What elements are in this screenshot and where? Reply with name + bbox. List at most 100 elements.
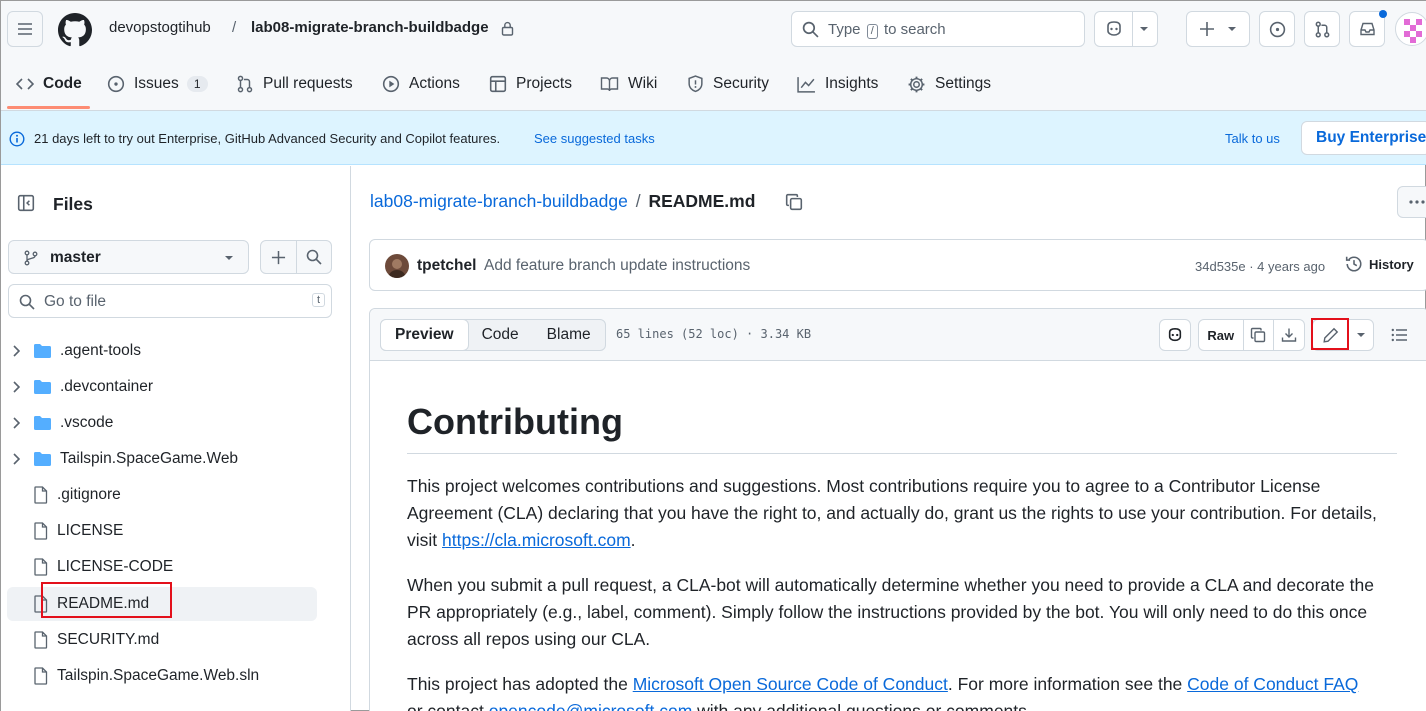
folder-icon (34, 416, 51, 430)
trial-banner: 21 days left to try out Enterprise, GitH… (1, 111, 1426, 165)
tab-code-label: Code (43, 75, 82, 92)
buy-enterprise-button[interactable]: Buy Enterprise (1301, 121, 1426, 155)
code-of-conduct-faq-link[interactable]: Code of Conduct FAQ (1187, 674, 1358, 694)
table-icon (489, 75, 507, 93)
commit-sha-time[interactable]: 34d535e · 4 years ago (1195, 259, 1325, 274)
tab-insights[interactable]: Insights (797, 67, 878, 101)
chevron-right-icon (13, 417, 20, 429)
folder-icon (34, 452, 51, 466)
edit-options-button[interactable] (1349, 331, 1373, 339)
tree-item-file[interactable]: LICENSE (7, 514, 317, 548)
file-content-box: Preview Code Blame 65 lines (52 loc) · 3… (369, 308, 1426, 711)
tree-item-label: .agent-tools (60, 342, 141, 359)
tab-projects[interactable]: Projects (489, 67, 572, 101)
file-info: 65 lines (52 loc) · 3.34 KB (616, 327, 812, 341)
commit-author[interactable]: tpetchel (417, 257, 476, 275)
create-new-button[interactable] (1186, 11, 1250, 47)
tab-pull-requests[interactable]: Pull requests (236, 67, 353, 101)
avatar[interactable] (1395, 12, 1426, 46)
tab-actions[interactable]: Actions (382, 67, 460, 101)
cla-link[interactable]: https://cla.microsoft.com (442, 530, 631, 550)
code-of-conduct-link[interactable]: Microsoft Open Source Code of Conduct (633, 674, 948, 694)
copilot-ask-button[interactable] (1159, 319, 1191, 351)
collapse-sidebar-button[interactable] (8, 186, 44, 220)
info-icon (9, 131, 25, 147)
pull-requests-button[interactable] (1304, 11, 1340, 47)
notification-dot (1379, 10, 1387, 18)
tree-item-folder[interactable]: .agent-tools (7, 334, 317, 368)
tree-item-folder[interactable]: .devcontainer (7, 370, 317, 404)
pull-request-icon (237, 75, 253, 93)
code-view-tab[interactable]: Code (468, 320, 533, 350)
author-avatar[interactable] (385, 254, 409, 278)
tab-projects-label: Projects (516, 75, 572, 92)
inbox-icon (1359, 22, 1375, 36)
tree-item-label: LICENSE-CODE (57, 558, 174, 575)
preview-tab[interactable]: Preview (380, 319, 469, 351)
file-icon (34, 486, 48, 504)
outline-button[interactable] (1381, 319, 1417, 351)
raw-button[interactable]: Raw (1199, 328, 1243, 343)
repo-link[interactable]: lab08-migrate-branch-buildbadge (251, 19, 489, 36)
owner-link[interactable]: devopstogtihub (109, 19, 211, 36)
folder-icon (34, 380, 51, 394)
tree-item-label: LICENSE (57, 522, 124, 539)
plus-icon (271, 250, 285, 264)
tree-item-folder[interactable]: Tailspin.SpaceGame.Web (7, 442, 317, 476)
blame-tab[interactable]: Blame (533, 320, 605, 350)
chevron-right-icon (13, 381, 20, 393)
search-input[interactable]: Type / to search (791, 11, 1085, 47)
breadcrumb-file-name: README.md (648, 191, 756, 211)
branch-selector[interactable]: master (8, 240, 249, 274)
more-options-button[interactable] (1397, 186, 1426, 218)
tab-settings[interactable]: Settings (907, 67, 991, 101)
tree-item-file[interactable]: SECURITY.md (7, 623, 317, 657)
copy-raw-button[interactable] (1244, 327, 1274, 343)
tab-code[interactable]: Code (16, 67, 82, 101)
active-tab-underline (7, 106, 90, 109)
history-button[interactable]: History (1345, 255, 1414, 273)
readme-paragraph-pr: When you submit a pull request, a CLA-bo… (407, 575, 1374, 649)
tree-item-file[interactable]: Tailspin.SpaceGame.Web.sln (7, 659, 317, 693)
tab-wiki[interactable]: Wiki (600, 67, 657, 101)
tab-security[interactable]: Security (687, 67, 769, 101)
tree-item-label: SECURITY.md (57, 631, 160, 648)
copilot-button[interactable] (1094, 11, 1158, 47)
go-to-file-input[interactable]: Go to file t (8, 284, 332, 318)
tree-item-label: .devcontainer (60, 378, 154, 395)
issues-button[interactable] (1259, 11, 1295, 47)
copy-path-icon[interactable] (785, 193, 803, 211)
add-file-button[interactable] (261, 241, 296, 273)
search-icon (306, 249, 322, 265)
tab-issues[interactable]: Issues 1 (107, 67, 208, 101)
tree-item-file[interactable]: LICENSE-CODE (7, 550, 317, 584)
p3-line2-end: with any additional questions or comment… (692, 701, 1032, 711)
lock-icon (501, 21, 514, 36)
breadcrumb-separator: / (232, 19, 237, 36)
edit-button-highlight-box (1311, 318, 1349, 350)
tab-wiki-label: Wiki (628, 75, 658, 92)
breadcrumb-repo-link[interactable]: lab08-migrate-branch-buildbadge (370, 191, 628, 211)
p3-text: This project has adopted the (407, 674, 633, 694)
go-to-file-shortcut: t (312, 293, 326, 307)
search-files-button[interactable] (296, 241, 331, 273)
list-unordered-icon (1391, 328, 1407, 342)
file-breadcrumb: lab08-migrate-branch-buildbadge / README… (370, 191, 755, 212)
p1-end: . (630, 530, 636, 550)
search-icon (19, 294, 35, 310)
see-suggested-tasks-link[interactable]: See suggested tasks (534, 131, 655, 146)
tab-issues-label: Issues (134, 75, 179, 92)
breadcrumb-separator: / (635, 191, 641, 211)
chevron-down-icon (225, 256, 233, 260)
banner-text: 21 days left to try out Enterprise, GitH… (34, 131, 501, 146)
p3-mid: . For more information see the (947, 674, 1188, 694)
tree-item-folder[interactable]: .vscode (7, 406, 317, 440)
tree-item-file[interactable]: .gitignore (7, 478, 317, 512)
opencode-email-link[interactable]: opencode@microsoft.com (489, 701, 693, 711)
gear-icon (908, 76, 925, 92)
github-logo-icon[interactable] (58, 13, 92, 47)
commit-message[interactable]: Add feature branch update instructions (484, 257, 750, 275)
download-button[interactable] (1274, 327, 1304, 343)
talk-to-us-link[interactable]: Talk to us (1225, 131, 1280, 146)
menu-button[interactable] (7, 11, 43, 47)
